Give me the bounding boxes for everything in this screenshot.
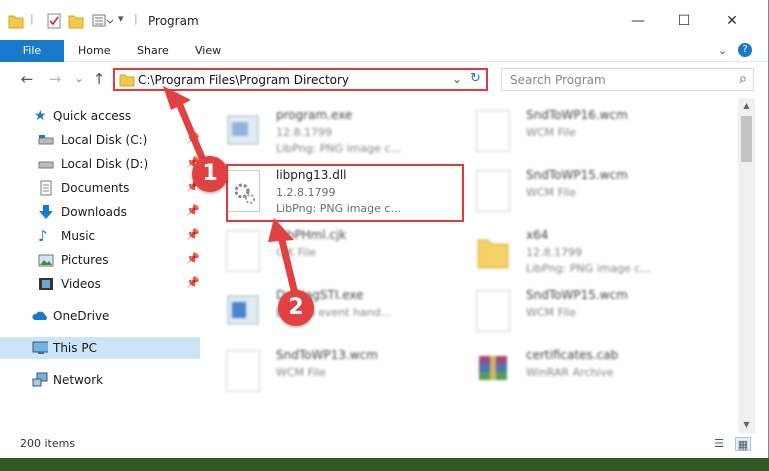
arrow-2-head bbox=[268, 218, 294, 242]
annotation-arrows bbox=[163, 86, 300, 302]
step-1-badge: 1 bbox=[192, 156, 228, 192]
arrow-2 bbox=[276, 228, 300, 302]
step-2-badge: 2 bbox=[278, 290, 314, 326]
arrow-1-head bbox=[163, 86, 191, 110]
